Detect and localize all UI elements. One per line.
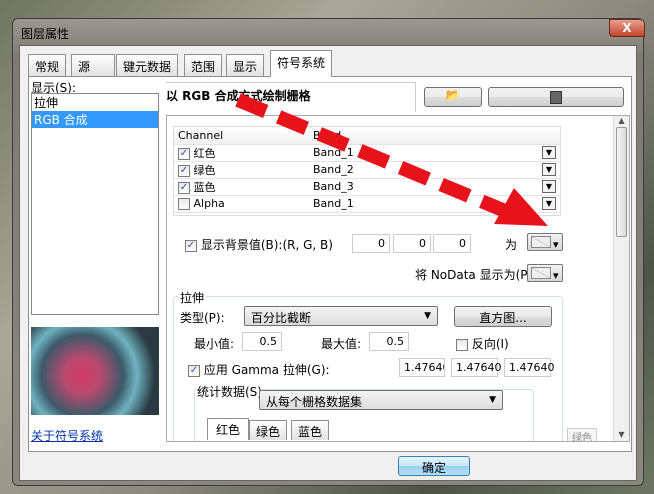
subtab-red[interactable]: 红色 xyxy=(207,418,250,440)
tab-symbology[interactable]: 符号系统 xyxy=(270,50,333,77)
arrow-shaft xyxy=(235,93,513,220)
